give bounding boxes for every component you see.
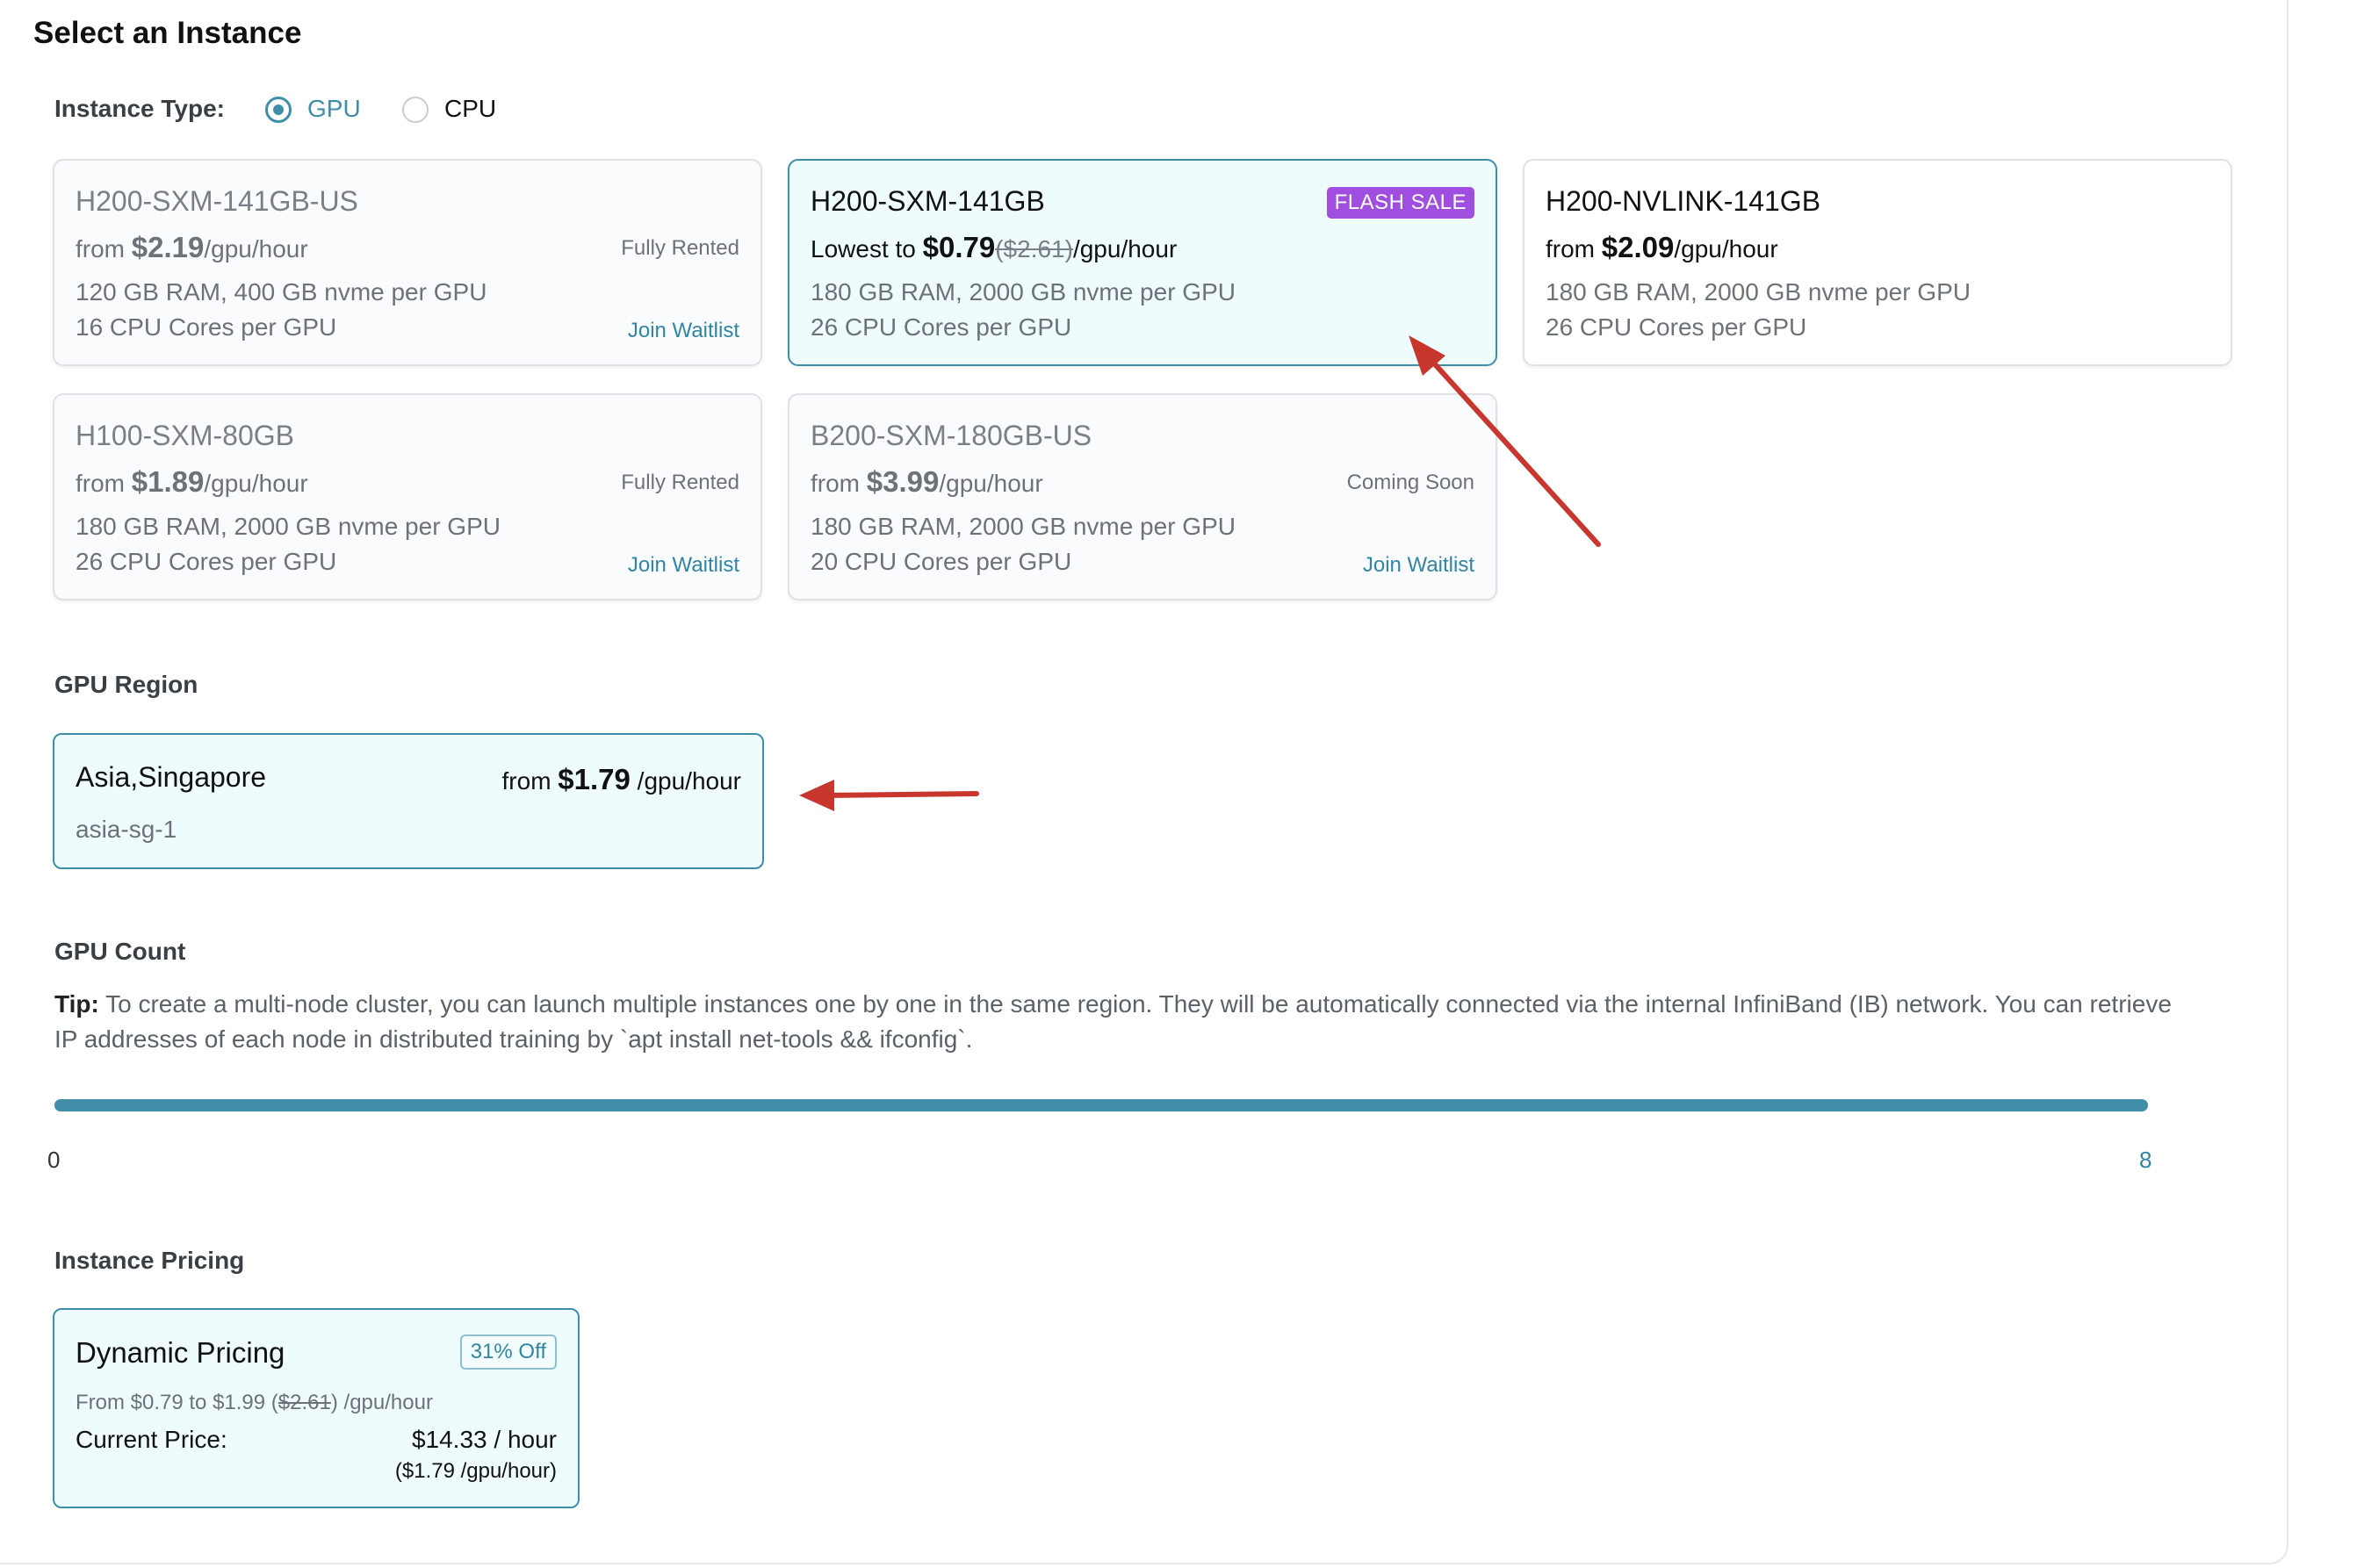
instance-name: H200-NVLINK-141GB xyxy=(1546,185,1821,217)
join-waitlist-link[interactable]: Join Waitlist xyxy=(628,319,739,343)
instance-status: Coming Soon xyxy=(1346,471,1474,494)
current-price-per-gpu: ($1.79 /gpu/hour) xyxy=(394,1459,557,1483)
instance-type-label: Instance Type: xyxy=(54,95,225,122)
discount-badge: 31% Off xyxy=(459,1334,557,1370)
gpu-region-heading: GPU Region xyxy=(54,671,198,698)
instance-price: from $3.99/gpu/hour xyxy=(811,465,1043,498)
instance-cpu-spec: 16 CPU Cores per GPU xyxy=(76,313,337,341)
region-card-asia-singapore[interactable]: Asia,Singapore from $1.79 /gpu/hour asia… xyxy=(53,733,764,869)
region-code: asia-sg-1 xyxy=(76,816,177,843)
region-price: from $1.79 /gpu/hour xyxy=(501,763,741,795)
current-price-label: Current Price: xyxy=(76,1426,227,1453)
instance-card-h200-sxm-141gb-us[interactable]: H200-SXM-141GB-US from $2.19/gpu/hour Fu… xyxy=(53,159,762,366)
dynamic-pricing-card[interactable]: Dynamic Pricing 31% Off From $0.79 to $1… xyxy=(53,1308,580,1508)
region-name: Asia,Singapore xyxy=(76,761,267,793)
instance-ram-spec: 180 GB RAM, 2000 GB nvme per GPU xyxy=(811,278,1236,306)
instance-status: Fully Rented xyxy=(621,471,739,494)
gpu-count-heading: GPU Count xyxy=(54,938,186,965)
instance-name: B200-SXM-180GB-US xyxy=(811,420,1092,451)
instance-pricing-heading: Instance Pricing xyxy=(54,1247,245,1274)
slider-max-label: 8 xyxy=(2139,1147,2152,1173)
page-title: Select an Instance xyxy=(33,16,302,50)
gpu-count-slider[interactable] xyxy=(54,1099,2148,1111)
slider-min-label: 0 xyxy=(47,1147,61,1173)
join-waitlist-link[interactable]: Join Waitlist xyxy=(628,553,739,578)
instance-price: from $2.09/gpu/hour xyxy=(1546,231,1778,263)
instance-name: H200-SXM-141GB xyxy=(811,185,1045,217)
pricing-name: Dynamic Pricing xyxy=(76,1336,285,1369)
instance-name: H100-SXM-80GB xyxy=(76,420,294,451)
instance-status: Fully Rented xyxy=(621,236,739,260)
radio-gpu[interactable] xyxy=(265,97,292,123)
instance-card-h200-sxm-141gb[interactable]: H200-SXM-141GB FLASH SALE Lowest to $0.7… xyxy=(788,159,1497,366)
instance-price: from $1.89/gpu/hour xyxy=(76,465,308,498)
cluster-tip: Tip: To create a multi-node cluster, you… xyxy=(54,990,2172,1053)
instance-price: from $2.19/gpu/hour xyxy=(76,231,308,263)
instance-cpu-spec: 20 CPU Cores per GPU xyxy=(811,548,1072,575)
instance-cpu-spec: 26 CPU Cores per GPU xyxy=(1546,313,1807,341)
instance-ram-spec: 120 GB RAM, 400 GB nvme per GPU xyxy=(76,278,487,306)
current-price-value: $14.33 / hour xyxy=(411,1426,557,1453)
pricing-range: From $0.79 to $1.99 ($2.61) /gpu/hour xyxy=(76,1391,433,1414)
instance-name: H200-SXM-141GB-US xyxy=(76,185,358,217)
instance-cpu-spec: 26 CPU Cores per GPU xyxy=(76,548,337,575)
instance-ram-spec: 180 GB RAM, 2000 GB nvme per GPU xyxy=(1546,278,1971,306)
radio-cpu[interactable] xyxy=(402,97,429,123)
instance-card-b200-sxm-180gb-us[interactable]: B200-SXM-180GB-US from $3.99/gpu/hour Co… xyxy=(788,393,1497,601)
radio-cpu-label[interactable]: CPU xyxy=(444,95,496,123)
radio-gpu-label[interactable]: GPU xyxy=(307,95,361,123)
instance-ram-spec: 180 GB RAM, 2000 GB nvme per GPU xyxy=(76,513,501,540)
instance-cpu-spec: 26 CPU Cores per GPU xyxy=(811,313,1072,341)
instance-card-h200-nvlink-141gb[interactable]: H200-NVLINK-141GB from $2.09/gpu/hour 18… xyxy=(1523,159,2232,366)
instance-ram-spec: 180 GB RAM, 2000 GB nvme per GPU xyxy=(811,513,1236,540)
instance-price: Lowest to $0.79($2.61)/gpu/hour xyxy=(811,231,1178,263)
flash-sale-badge: FLASH SALE xyxy=(1326,187,1474,219)
join-waitlist-link[interactable]: Join Waitlist xyxy=(1363,553,1474,578)
instance-card-h100-sxm-80gb[interactable]: H100-SXM-80GB from $1.89/gpu/hour Fully … xyxy=(53,393,762,601)
